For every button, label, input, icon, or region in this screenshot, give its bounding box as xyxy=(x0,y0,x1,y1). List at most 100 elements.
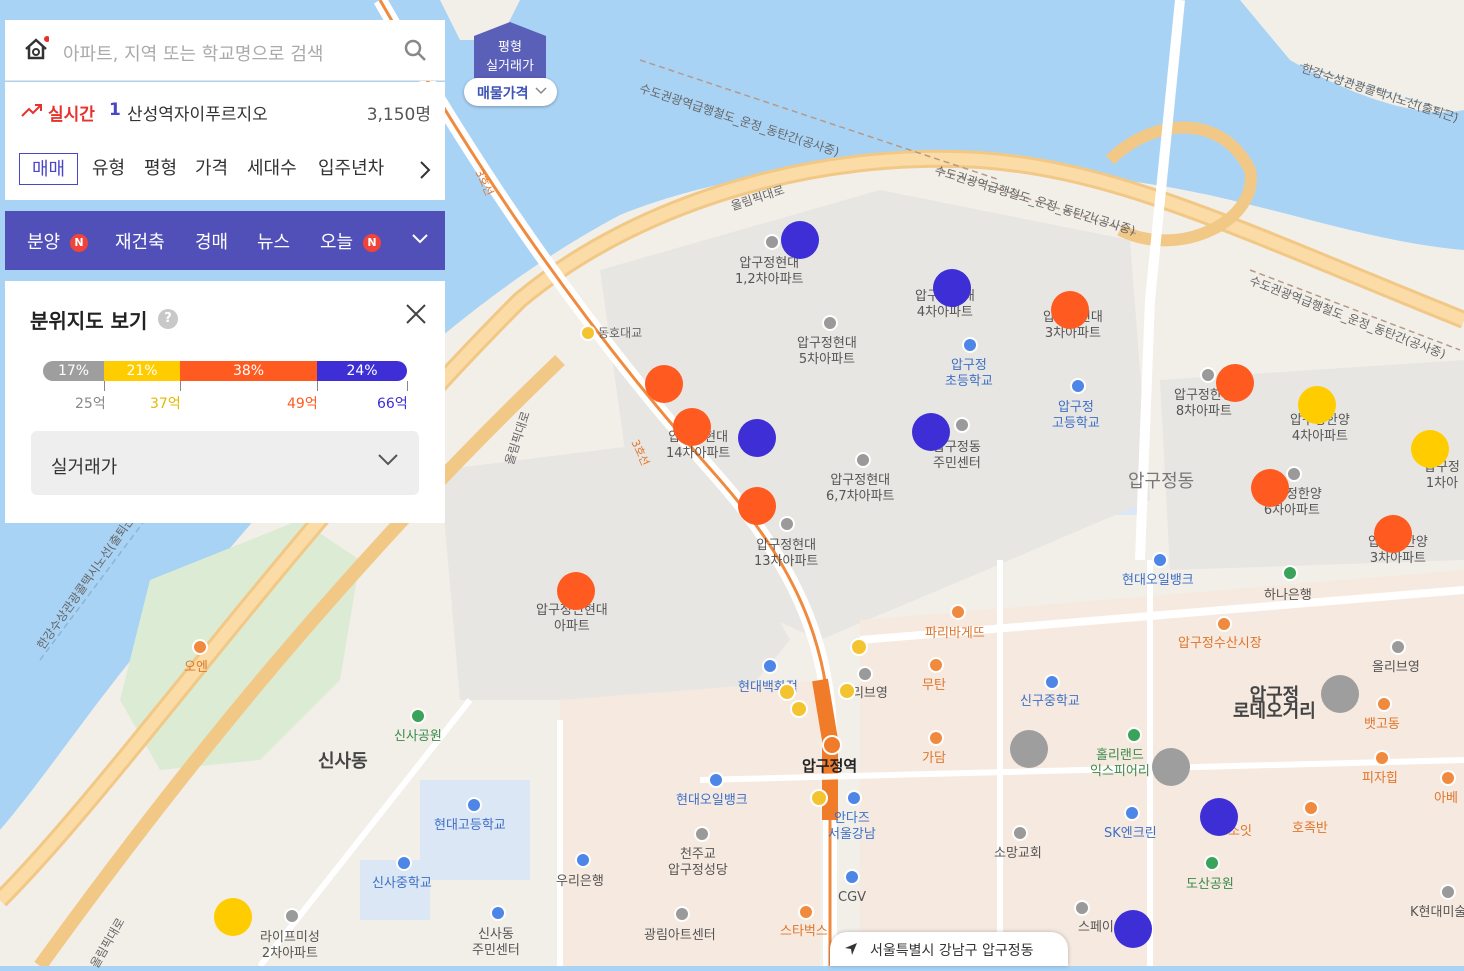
label-hyundai-oilbank[interactable]: 현대오일뱅크 xyxy=(1122,573,1194,589)
gas-station-icon[interactable] xyxy=(1152,552,1168,568)
restaurant-icon[interactable] xyxy=(1303,800,1319,816)
label-hyundai-13[interactable]: 압구정현대 13차아파트 xyxy=(754,538,818,570)
church-icon[interactable] xyxy=(1012,825,1028,841)
home-icon[interactable] xyxy=(23,36,49,62)
label-cgv[interactable]: CGV xyxy=(838,890,866,906)
label-sinsa-middle[interactable]: 신사중학교 xyxy=(372,876,432,892)
price-type-dropdown[interactable]: 실거래가 xyxy=(31,431,419,495)
apartment-icon[interactable] xyxy=(1286,466,1302,482)
school-icon[interactable] xyxy=(396,855,412,871)
bank-icon[interactable] xyxy=(575,852,591,868)
help-icon[interactable]: ? xyxy=(158,309,178,329)
hotel-icon[interactable] xyxy=(846,790,862,806)
search-input[interactable]: 아파트, 지역 또는 학교명으로 검색 xyxy=(63,40,323,66)
gas-station-icon[interactable] xyxy=(1124,805,1140,821)
price-dot[interactable] xyxy=(1114,910,1152,948)
store-icon[interactable] xyxy=(1074,900,1090,916)
price-dot[interactable] xyxy=(1298,386,1336,424)
label-hyundai-5[interactable]: 압구정현대 5차아파트 xyxy=(797,336,857,368)
label-singu-middle[interactable]: 신구중학교 xyxy=(1020,694,1080,710)
label-gwanglim[interactable]: 광림아트센터 xyxy=(644,928,716,944)
price-dot[interactable] xyxy=(1051,291,1089,329)
community-center-icon[interactable] xyxy=(490,905,506,921)
label-woori-bank[interactable]: 우리은행 xyxy=(556,874,604,890)
church-icon[interactable] xyxy=(694,826,710,842)
department-store-icon[interactable] xyxy=(762,658,778,674)
menu-today[interactable]: 오늘 xyxy=(320,228,353,254)
close-icon[interactable] xyxy=(405,303,427,325)
exit-6-icon[interactable] xyxy=(778,683,796,701)
search-icon[interactable] xyxy=(403,38,427,62)
apartment-icon[interactable] xyxy=(822,315,838,331)
museum-icon[interactable] xyxy=(1440,884,1456,900)
label-seafood-market[interactable]: 압구정수산시장 xyxy=(1178,636,1262,652)
apartment-icon[interactable] xyxy=(855,452,871,468)
price-dot[interactable] xyxy=(1251,469,1289,507)
chevron-down-icon[interactable] xyxy=(411,233,429,245)
price-dot[interactable] xyxy=(933,269,971,307)
apartment-icon[interactable] xyxy=(1200,367,1216,383)
price-dot[interactable] xyxy=(214,898,252,936)
label-k-museum[interactable]: K현대미술 xyxy=(1410,905,1464,921)
label-oliveyoung[interactable]: 올리브영 xyxy=(1372,660,1420,676)
price-dot[interactable] xyxy=(912,413,950,451)
label-oen[interactable]: 오엔 xyxy=(184,660,208,676)
price-dot[interactable] xyxy=(1374,515,1412,553)
search-bar[interactable]: 아파트, 지역 또는 학교명으로 검색 xyxy=(5,20,445,81)
label-somang-church[interactable]: 소망교회 xyxy=(994,846,1042,862)
community-center-icon[interactable] xyxy=(954,417,970,433)
price-dot[interactable] xyxy=(1010,730,1048,768)
tab-households[interactable]: 세대수 xyxy=(247,153,297,185)
current-location-bar[interactable]: 서울특별시 강남구 압구정동 xyxy=(830,932,1068,966)
school-icon[interactable] xyxy=(1070,378,1086,394)
tab-sale[interactable]: 매매 xyxy=(19,153,79,185)
menu-auction[interactable]: 경매 xyxy=(195,228,228,254)
restaurant-icon[interactable] xyxy=(1376,696,1392,712)
price-dot[interactable] xyxy=(738,487,776,525)
bank-icon[interactable] xyxy=(1282,565,1298,581)
label-hyundai-12[interactable]: 압구정현대 1,2차아파트 xyxy=(735,256,804,288)
menu-presale[interactable]: 분양 xyxy=(27,228,60,254)
label-hyundai-oilbank-2[interactable]: 현대오일뱅크 xyxy=(676,793,748,809)
price-dot[interactable] xyxy=(673,408,711,446)
pyeong-price-marker[interactable]: 평형 실거래가 xyxy=(474,22,546,78)
tab-price[interactable]: 가격 xyxy=(195,153,228,185)
menu-news[interactable]: 뉴스 xyxy=(257,228,290,254)
school-icon[interactable] xyxy=(962,337,978,353)
label-gadam[interactable]: 가담 xyxy=(922,751,946,767)
label-hana-bank[interactable]: 하나은행 xyxy=(1264,588,1312,604)
restaurant-icon[interactable] xyxy=(1374,750,1390,766)
restaurant-icon[interactable] xyxy=(928,730,944,746)
school-icon[interactable] xyxy=(466,797,482,813)
label-abe[interactable]: 아베 xyxy=(1434,791,1458,807)
label-hyundai-67[interactable]: 압구정현대 6,7차아파트 xyxy=(826,473,895,505)
cafe-icon[interactable] xyxy=(798,904,814,920)
park-icon[interactable] xyxy=(1204,855,1220,871)
label-hosikban[interactable]: 호족반 xyxy=(1292,821,1328,837)
label-andaz[interactable]: 안다즈 서울강남 xyxy=(828,811,876,843)
school-icon[interactable] xyxy=(1044,674,1060,690)
theater-icon[interactable] xyxy=(674,906,690,922)
line3-station-icon[interactable] xyxy=(822,735,842,755)
restaurant-icon[interactable] xyxy=(192,639,208,655)
cinema-icon[interactable] xyxy=(844,869,860,885)
exit-2-icon[interactable] xyxy=(838,682,856,700)
restaurant-icon[interactable] xyxy=(928,657,944,673)
apartment-icon[interactable] xyxy=(779,516,795,532)
park-icon[interactable] xyxy=(1126,727,1142,743)
label-lifemisung[interactable]: 라이프미성 2차아파트 xyxy=(260,930,320,962)
price-dot[interactable] xyxy=(1411,430,1449,468)
tab-type[interactable]: 유형 xyxy=(92,153,125,185)
label-sinsa-park[interactable]: 신사공원 xyxy=(394,729,442,745)
label-starbucks[interactable]: 스타벅스 xyxy=(780,924,828,940)
menu-reconstruction[interactable]: 재건축 xyxy=(115,228,165,254)
label-dosan-park[interactable]: 도산공원 xyxy=(1186,877,1234,893)
label-apgujeong-elementary[interactable]: 압구정 초등학교 xyxy=(945,358,993,390)
tab-move-in-year[interactable]: 입주년차 xyxy=(318,153,384,185)
realtime-ranking[interactable]: 실시간 1 산성역자이푸르지오 3,150명 xyxy=(5,82,445,141)
market-icon[interactable] xyxy=(1216,616,1232,632)
tab-pyeong[interactable]: 평형 xyxy=(144,153,177,185)
label-ppaegodong[interactable]: 뱃고동 xyxy=(1364,717,1400,733)
label-sinsa-community[interactable]: 신사동 주민센터 xyxy=(472,927,520,959)
realtime-name[interactable]: 산성역자이푸르지오 xyxy=(127,100,268,125)
